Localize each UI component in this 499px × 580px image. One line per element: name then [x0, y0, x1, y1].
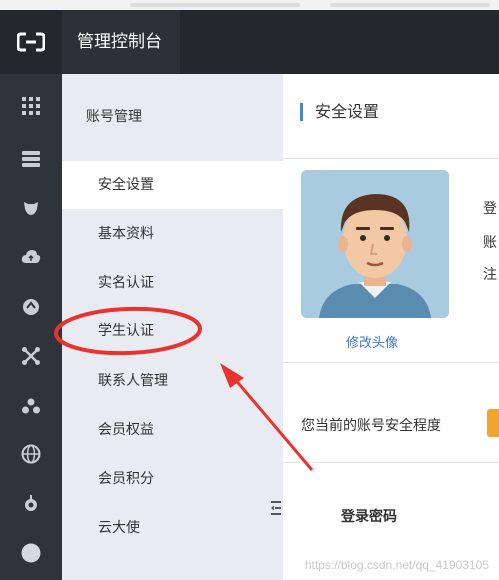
subnav-item-basic-info[interactable]: 基本资料: [62, 210, 283, 258]
rail-item-grid[interactable]: [0, 88, 62, 124]
watermark: https://blog.csdn.net/qq_41903105: [304, 558, 489, 572]
gear-hand-icon: [25, 495, 37, 511]
account-info-line: 注: [483, 267, 497, 283]
rail-item-circle[interactable]: [0, 535, 62, 571]
security-level-indicator: [487, 409, 499, 437]
security-level-label: 您当前的账号安全程度: [301, 418, 441, 434]
subnav-title: 账号管理: [86, 109, 142, 125]
globe-icon: [21, 444, 41, 464]
divider: [283, 158, 499, 159]
strip-segment: [130, 3, 300, 7]
cloud-upload-icon: [21, 250, 41, 263]
login-password-label: 登录密码: [341, 509, 397, 525]
logo-button[interactable]: [0, 10, 62, 74]
rail-item-gear[interactable]: [0, 486, 62, 522]
collapse-icon: [270, 501, 281, 515]
subnav-item-member-benefits[interactable]: 会员权益: [62, 406, 283, 454]
subnav-item-real-name[interactable]: 实名认证: [62, 259, 283, 307]
rail-item-globe[interactable]: [0, 436, 62, 472]
server-icon: [22, 151, 40, 167]
avatar-illustration: [301, 170, 449, 318]
strip-segment: [330, 3, 490, 7]
rail-item-dog[interactable]: [0, 190, 62, 226]
account-info-line: 账: [483, 235, 497, 251]
subnav-item-contacts[interactable]: 联系人管理: [62, 357, 283, 405]
divider: [283, 362, 499, 363]
console-title[interactable]: 管理控制台: [62, 10, 180, 74]
account-subnav: 账号管理 安全设置 基本资料 实名认证 学生认证 联系人管理 会员权益 会员积分…: [62, 74, 283, 580]
edit-avatar-link[interactable]: 修改头像: [346, 332, 398, 351]
circle-icon: [21, 543, 41, 563]
avatar[interactable]: [301, 170, 449, 318]
divider: [283, 462, 499, 463]
subnav-item-member-points[interactable]: 会员积分: [62, 455, 283, 503]
subnav-item-cloud-ambassador[interactable]: 云大使: [62, 504, 283, 552]
rail-item-network[interactable]: [0, 338, 62, 374]
rail-item-circle-arrow[interactable]: [0, 289, 62, 325]
collapse-sidebar-button[interactable]: [268, 478, 283, 538]
network-icon: [22, 347, 40, 365]
rail-item-cloud[interactable]: [0, 239, 62, 275]
grid-icon: [22, 97, 40, 115]
page-title: 安全设置: [300, 103, 379, 121]
subnav-item-security[interactable]: 安全设置: [62, 161, 283, 209]
top-header: 管理控制台: [0, 10, 499, 74]
circle-arrow-icon: [23, 299, 39, 315]
cluster-icon: [22, 398, 40, 414]
aliyun-logo-icon: [17, 32, 45, 52]
dog-face-icon: [24, 202, 38, 215]
browser-top-strip: [0, 0, 499, 10]
main-content: 安全设置 修改头像 登 账 注 您当前的账号安全程度 登录密码: [283, 74, 499, 580]
rail-item-server[interactable]: [0, 141, 62, 177]
subnav-item-student[interactable]: 学生认证: [62, 307, 283, 355]
rail-item-cluster[interactable]: [0, 388, 62, 424]
icon-rail: [0, 74, 62, 580]
account-info-line: 登: [483, 201, 497, 217]
